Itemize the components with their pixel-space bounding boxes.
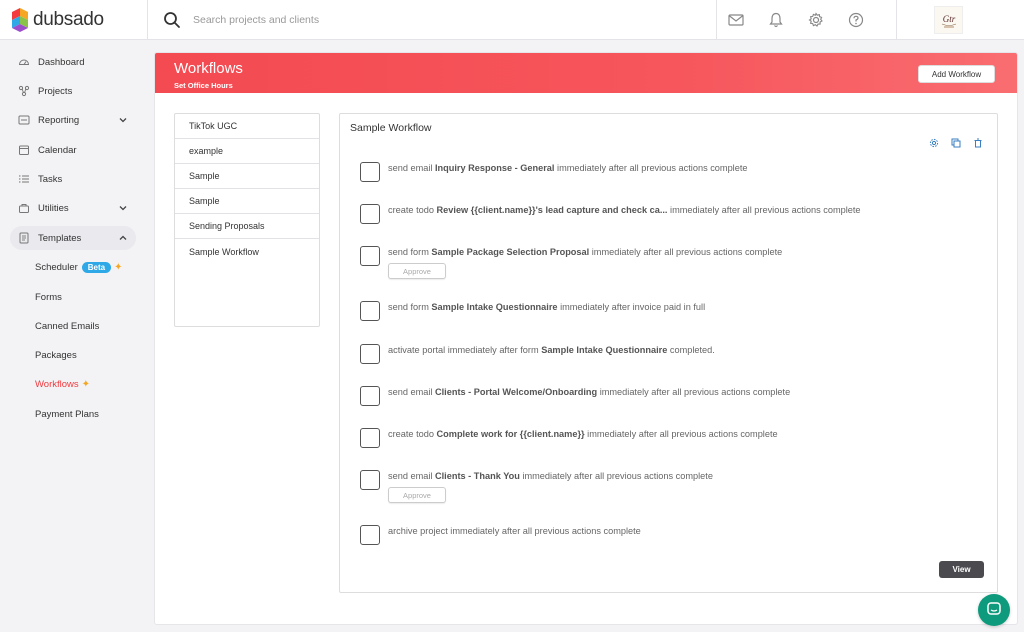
sidebar-subitem-label: Packages — [35, 349, 77, 361]
chat-button[interactable] — [978, 594, 1010, 626]
sidebar-item-utilities[interactable]: Utilities — [10, 196, 136, 220]
dashboard-icon — [18, 56, 30, 68]
workflow-detail: Sample Workflow send email Inquiry Respo… — [339, 113, 998, 593]
sidebar-item-label: Projects — [38, 85, 73, 97]
sidebar-item-dashboard[interactable]: Dashboard — [10, 50, 136, 74]
action-checkbox[interactable] — [360, 470, 380, 490]
chevron-down-icon[interactable] — [118, 203, 128, 213]
tasks-icon — [18, 173, 30, 185]
utilities-icon — [18, 202, 30, 214]
help-icon[interactable] — [847, 11, 865, 29]
approve-button[interactable]: Approve — [388, 487, 446, 503]
sidebar-item-templates[interactable]: Templates — [10, 226, 136, 250]
sidebar: Dashboard Projects Reporting Calendar Ta… — [0, 40, 146, 632]
trash-icon[interactable] — [972, 137, 983, 148]
sidebar-item-label: Calendar — [38, 144, 77, 156]
templates-icon — [18, 232, 30, 244]
view-button[interactable]: View — [939, 561, 984, 578]
sidebar-item-label: Templates — [38, 232, 82, 244]
avatar[interactable]: Gtr — [934, 6, 963, 34]
chat-icon — [986, 601, 1002, 620]
workflow-list-item[interactable]: TikTok UGC — [175, 114, 319, 139]
action-description: send email Inquiry Response - General im… — [388, 163, 748, 173]
mail-icon[interactable] — [727, 11, 745, 29]
svg-text:Gtr: Gtr — [942, 14, 955, 24]
sidebar-subitem-forms[interactable]: Forms — [35, 289, 62, 305]
sparkle-icon: ✦ — [81, 378, 91, 390]
brand-name: dubsado — [33, 9, 104, 30]
action-checkbox[interactable] — [360, 301, 380, 321]
action-checkbox[interactable] — [360, 246, 380, 266]
sidebar-subitem-label: Forms — [35, 291, 62, 303]
action-description: send email Clients - Thank You immediate… — [388, 471, 713, 481]
workflow-list-item[interactable]: Sending Proposals — [175, 214, 319, 239]
sidebar-subitem-packages[interactable]: Packages — [35, 347, 77, 363]
workflow-toolbar — [928, 137, 983, 148]
action-checkbox[interactable] — [360, 344, 380, 364]
action-description: send email Clients - Portal Welcome/Onbo… — [388, 387, 791, 397]
add-workflow-button[interactable]: Add Workflow — [918, 65, 995, 83]
page-title: Workflows — [174, 60, 243, 77]
gear-icon[interactable] — [807, 11, 825, 29]
approve-button[interactable]: Approve — [388, 263, 446, 279]
workflow-title: Sample Workflow — [350, 122, 432, 134]
sidebar-item-tasks[interactable]: Tasks — [10, 167, 136, 191]
projects-icon — [18, 85, 30, 97]
sidebar-item-label: Dashboard — [38, 56, 85, 68]
brand[interactable]: dubsado — [12, 7, 104, 33]
reporting-icon — [18, 114, 30, 126]
sidebar-item-reporting[interactable]: Reporting — [10, 108, 136, 132]
action-checkbox[interactable] — [360, 386, 380, 406]
sidebar-item-label: Reporting — [38, 114, 80, 126]
sparkle-icon: ✦ — [114, 261, 123, 273]
calendar-icon — [18, 144, 30, 156]
sidebar-item-calendar[interactable]: Calendar — [10, 138, 136, 162]
chevron-down-icon[interactable] — [118, 115, 128, 125]
search-icon[interactable] — [163, 11, 181, 29]
topbar-divider — [716, 0, 717, 40]
action-checkbox[interactable] — [360, 428, 380, 448]
workflow-list-item[interactable]: Sample — [175, 189, 319, 214]
sidebar-item-projects[interactable]: Projects — [10, 79, 136, 103]
sidebar-subitem-payment-plans[interactable]: Payment Plans — [35, 406, 99, 422]
copy-icon[interactable] — [950, 137, 961, 148]
dubsado-logo-icon — [12, 8, 28, 32]
action-description: create todo Complete work for {{client.n… — [388, 429, 778, 439]
page-header: Workflows Set Office Hours Add Workflow — [155, 53, 1017, 93]
action-description: activate portal immediately after form S… — [388, 345, 715, 355]
action-checkbox[interactable] — [360, 204, 380, 224]
search-input[interactable] — [193, 10, 693, 30]
action-description: archive project immediately after all pr… — [388, 526, 641, 536]
sidebar-subitem-label: Scheduler — [35, 261, 78, 273]
sidebar-item-label: Tasks — [38, 173, 63, 185]
action-description: create todo Review {{client.name}}'s lea… — [388, 205, 861, 215]
action-checkbox[interactable] — [360, 525, 380, 545]
sidebar-subitem-label: Payment Plans — [35, 408, 99, 420]
workflow-list: TikTok UGC example Sample Sample Sending… — [174, 113, 320, 327]
topbar-divider — [896, 0, 897, 40]
action-checkbox[interactable] — [360, 162, 380, 182]
action-description: send form Sample Intake Questionnaire im… — [388, 302, 706, 312]
bell-icon[interactable] — [767, 11, 785, 29]
action-description: send form Sample Package Selection Propo… — [388, 247, 783, 257]
main-panel: Workflows Set Office Hours Add Workflow … — [154, 52, 1018, 625]
beta-badge: Beta — [81, 261, 112, 273]
sidebar-subitem-label: Workflows — [35, 378, 79, 390]
workflow-list-item[interactable]: Sample — [175, 164, 319, 189]
sidebar-subitem-scheduler[interactable]: Scheduler Beta ✦ — [35, 259, 123, 275]
office-hours-link[interactable]: Set Office Hours — [174, 81, 233, 90]
sidebar-item-label: Utilities — [38, 202, 69, 214]
chevron-up-icon[interactable] — [118, 233, 128, 243]
top-bar: dubsado Gtr — [0, 0, 1024, 40]
workflow-list-item[interactable]: example — [175, 139, 319, 164]
sidebar-subitem-label: Canned Emails — [35, 320, 100, 332]
sidebar-subitem-workflows[interactable]: Workflows ✦ — [35, 376, 90, 392]
topbar-divider — [147, 0, 148, 40]
workflow-list-item[interactable]: Sample Workflow — [175, 239, 319, 264]
settings-icon[interactable] — [928, 137, 939, 148]
sidebar-subitem-canned-emails[interactable]: Canned Emails — [35, 318, 99, 334]
